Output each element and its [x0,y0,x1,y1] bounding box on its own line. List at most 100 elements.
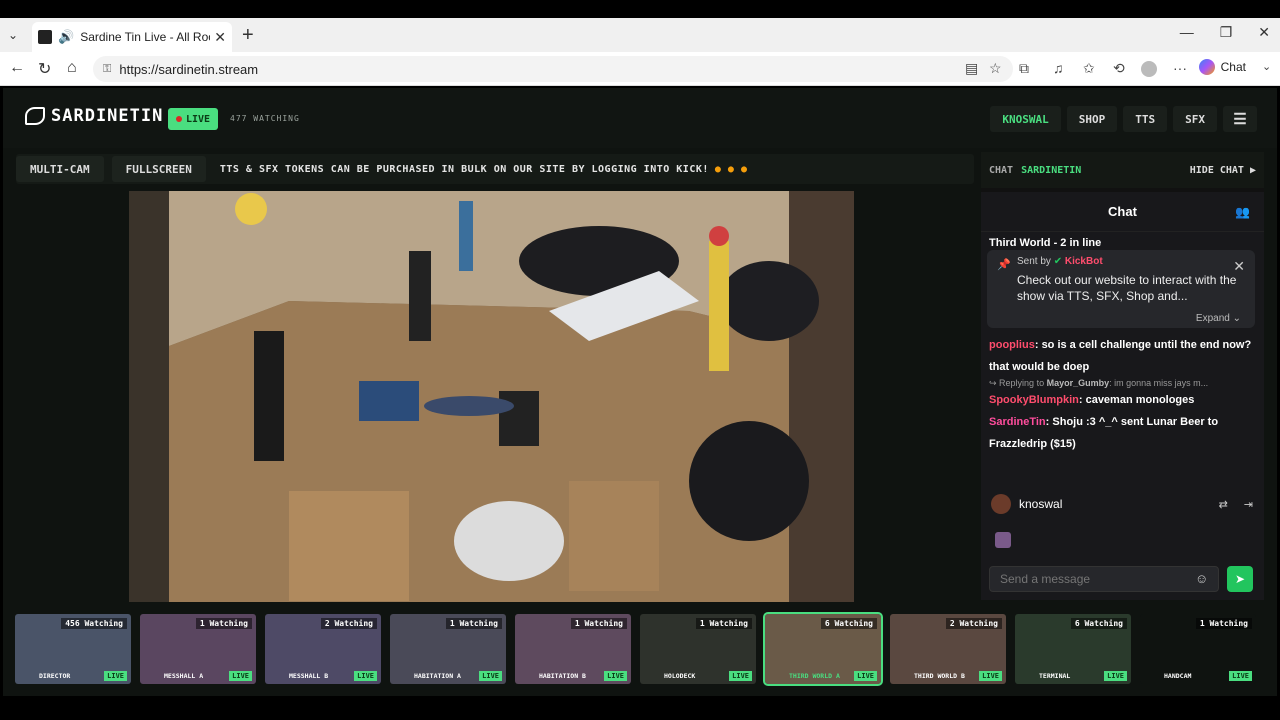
camera-name: MESSHALL A [164,672,204,680]
camera-live-badge: LIVE [354,671,377,681]
chat-text: caveman monologes [1085,394,1195,406]
copilot-chat-label: Chat [1220,60,1246,74]
nav-sfx[interactable]: SFX [1173,106,1217,132]
copilot-icon [1198,59,1215,75]
users-icon[interactable]: 👥 [1235,205,1250,219]
nav-tts[interactable]: TTS [1123,106,1168,132]
pinned-sender-row: Sent by ✔ KickBot [1017,256,1245,267]
reply-username: Mayor_Gumby [1046,378,1110,388]
url-field[interactable]: ⚿ https://sardinetin.stream [93,56,1013,82]
restore-icon[interactable]: ❐ [1220,24,1233,41]
sent-by-label: Sent by [1017,256,1051,267]
home-icon[interactable]: ⌂ [67,59,77,77]
chat-line-top: Third World - 2 in line [989,237,1102,249]
favicon-icon [38,30,52,44]
reader-icon[interactable]: ▤ [965,60,978,77]
camera-watching: 1 Watching [1195,618,1252,629]
media-icon[interactable]: ♫ [1053,60,1064,76]
camera-name: THIRD WORLD B [914,672,965,680]
back-icon[interactable]: ← [9,59,25,77]
expand-button[interactable]: Expand ⌄ [1196,313,1241,324]
leave-icon[interactable]: ⇥ [1244,498,1253,511]
hide-chat-button[interactable]: HIDE CHAT ▶ [1190,165,1256,176]
camera-watching: 1 Watching [570,618,627,629]
pinned-body: Check out our website to interact with t… [1017,273,1237,303]
favorite-star-icon[interactable]: ☆ [989,60,1002,77]
chat-username[interactable]: SardineTin [989,416,1046,428]
copilot-chat-button[interactable]: Chat [1198,59,1246,75]
camera-thumbnail-active[interactable]: 6 Watching THIRD WORLD A LIVE [763,612,883,686]
translate-icon[interactable]: ⇄ [1219,498,1228,511]
nav-shop[interactable]: SHOP [1066,106,1118,132]
address-bar-row: ← ↻ ⌂ ⚿ https://sardinetin.stream ▤ ☆ ⧉ … [0,52,1280,86]
sardine-fish-icon [25,107,45,125]
camera-thumbnail[interactable]: 456 Watching DIRECTOR LIVE [15,614,131,684]
sardinetin-logo[interactable]: SARDINETIN [25,106,176,126]
camera-watching: 1 Watching [445,618,502,629]
camera-thumbnail[interactable]: 1 Watching HABITATION A LIVE [390,614,506,684]
reply-context[interactable]: ↪ Replying to Mayor_Gumby: im gonna miss… [989,378,1259,389]
history-icon[interactable]: ⟲ [1113,60,1125,77]
refresh-icon[interactable]: ↻ [38,59,51,79]
kick-chat-title: Chat [1108,204,1137,219]
more-menu-icon[interactable]: ··· [1173,60,1187,76]
site-info-icon[interactable]: ⚿ [103,63,111,76]
ticker-text: TTS & SFX TOKENS CAN BE PURCHASED IN BUL… [219,163,709,175]
reply-text: im gonna miss jays m... [1114,378,1209,388]
camera-feed-image [129,191,854,602]
close-pinned-icon[interactable]: ✕ [1233,258,1245,275]
speaker-icon[interactable]: 🔊 [58,29,74,45]
camera-name: HOLODECK [664,672,696,680]
chat-username[interactable]: SpookyBlumpkin [989,394,1079,406]
url-text: https://sardinetin.stream [119,61,259,77]
camera-name: MESSHALL B [289,672,329,680]
camera-live-badge: LIVE [604,671,627,681]
camera-watching: 6 Watching [1070,618,1127,629]
camera-thumbnail[interactable]: 2 Watching MESSHALL B LIVE [265,614,381,684]
kickbot-username[interactable]: KickBot [1065,256,1103,267]
chat-panel: CHAT SARDINETIN HIDE CHAT ▶ Chat 👥 Third… [981,152,1264,600]
main-video-player[interactable] [129,191,854,602]
send-message-button[interactable]: ➤ [1227,566,1253,592]
camera-live-badge: LIVE [854,671,877,681]
live-badge: LIVE [168,108,219,130]
chat-message-input[interactable] [989,566,1219,592]
camera-thumbnail[interactable]: 1 Watching HABITATION B LIVE [515,614,631,684]
new-tab-icon[interactable]: + [242,24,254,47]
multi-cam-button[interactable]: MULTI-CAM [16,156,104,182]
extensions-icon[interactable]: ⧉ [1019,60,1029,77]
close-window-icon[interactable]: ✕ [1258,24,1270,41]
emoji-icon[interactable]: ☺ [1195,571,1208,586]
camera-thumbnail[interactable]: 1 Watching HOLODECK LIVE [640,614,756,684]
hide-chat-label: HIDE CHAT [1189,164,1244,176]
nav-account[interactable]: KNOSWAL [990,106,1061,132]
chat-message: SpookyBlumpkin: caveman monologes [989,394,1195,406]
camera-thumbnail[interactable]: 1 Watching MESSHALL A LIVE [140,614,256,684]
chat-dropdown-icon[interactable]: ⌄ [1262,60,1271,73]
chat-message: SardineTin: Shoju :3 ^_^ sent Lunar Beer… [989,416,1219,450]
hamburger-menu-icon[interactable]: ☰ [1223,106,1257,132]
chat-username[interactable]: pooplius [989,339,1035,351]
camera-thumbnail[interactable]: 6 Watching TERMINAL LIVE [1015,614,1131,684]
profile-avatar-icon[interactable] [1141,61,1157,77]
camera-watching: 2 Watching [320,618,377,629]
camera-thumbnail[interactable]: 1 Watching HANDCAM LIVE [1140,614,1256,684]
browser-tab[interactable]: 🔊 Sardine Tin Live - All Rooms, A ✕ [32,22,232,52]
camera-live-badge: LIVE [479,671,502,681]
camera-live-badge: LIVE [979,671,1002,681]
emote-icon[interactable] [995,532,1011,548]
user-avatar[interactable] [991,494,1011,514]
minimize-icon[interactable]: — [1180,24,1194,41]
favorites-icon[interactable]: ✩ [1083,60,1095,77]
camera-watching: 1 Watching [695,618,752,629]
tab-title: Sardine Tin Live - All Rooms, A [80,30,210,44]
reply-prefix: Replying to [999,378,1045,388]
tab-list-dropdown-icon[interactable]: ⌄ [8,28,18,42]
close-tab-icon[interactable]: ✕ [214,29,226,46]
camera-thumbnail[interactable]: 2 Watching THIRD WORLD B LIVE [890,614,1006,684]
chat-message: pooplius: so is a cell challenge until t… [989,339,1252,373]
pinned-message: 📌 ✕ Sent by ✔ KickBot Check out our webs… [987,250,1255,328]
kick-chat-header: Chat 👥 [981,192,1264,232]
site-header: SARDINETIN LIVE 477 WATCHING KNOSWAL SHO… [3,88,1277,148]
fullscreen-button[interactable]: FULLSCREEN [111,156,206,182]
